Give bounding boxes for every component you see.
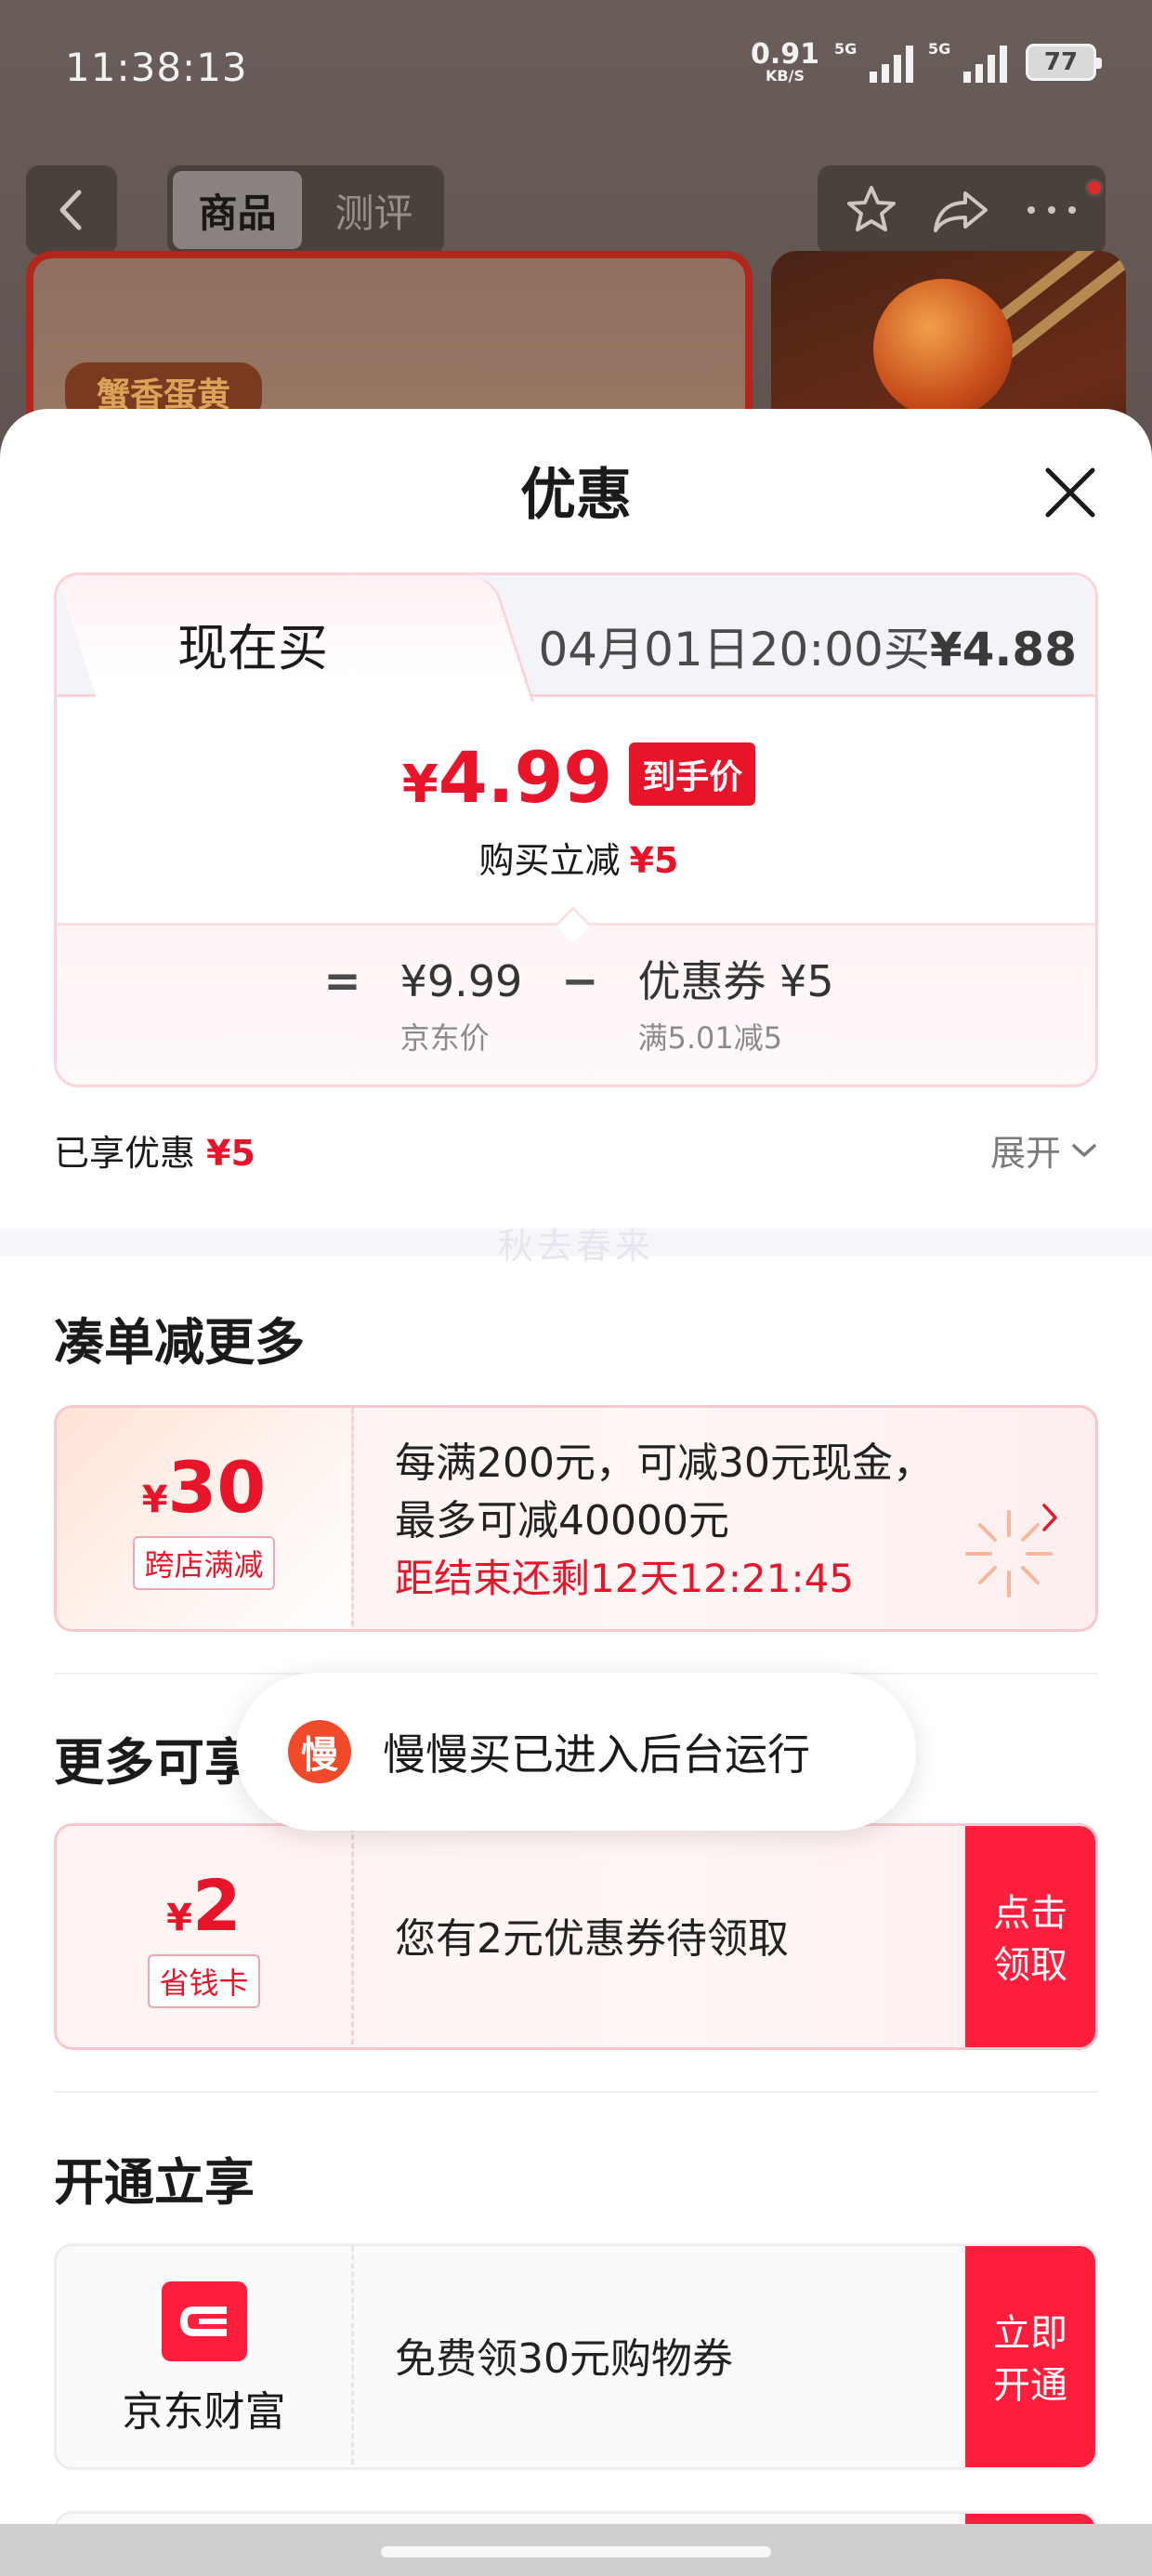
offer-amount: ¥30 — [142, 1452, 267, 1523]
status-time: 11:38:13 — [65, 45, 248, 90]
jd-finance-name: 京东财富 — [122, 2388, 286, 2436]
section-title-combine: 凑单减更多 — [54, 1313, 305, 1372]
section-title-open: 开通立享 — [54, 2153, 255, 2212]
equals-sign: = — [323, 955, 361, 1007]
savings-card-offer[interactable]: ¥2 省钱卡 您有2元优惠券待领取 点击 领取 — [54, 1823, 1098, 2050]
final-price-value: 4.99 — [438, 736, 613, 819]
home-indicator[interactable] — [381, 2546, 771, 2557]
yolk-image — [873, 279, 1013, 418]
sheet-title: 优惠 — [520, 463, 632, 528]
signal-icon: 5G — [928, 40, 1007, 83]
tab-buy-later-price: ¥4.88 — [929, 623, 1077, 677]
close-icon — [1045, 467, 1095, 518]
network-speed-value: 0.91 — [750, 38, 819, 71]
chevron-left-icon — [59, 190, 82, 230]
price-formula: = ¥9.99 京东价 − 优惠券 ¥5 满5.01减5 — [57, 952, 1095, 1058]
base-price-label: 京东价 — [399, 1020, 490, 1056]
enjoyed-amount: ¥5 — [206, 1133, 255, 1174]
app-icon: 慢 — [288, 1720, 351, 1783]
network-speed: 0.91 KB/S — [751, 41, 819, 84]
claim-button-line1: 点击 — [993, 1892, 1067, 1935]
offer-amount-symbol: ¥ — [166, 1897, 192, 1939]
sim1-label: 5G — [834, 40, 857, 58]
chevron-down-icon — [1072, 1143, 1096, 1157]
tab-buy-later[interactable]: 04月01日20:00买¥4.88 — [539, 612, 1078, 679]
notification-dot — [1085, 178, 1104, 197]
jd-finance-brand: 京东财富 — [57, 2246, 354, 2467]
network-speed-unit: KB/S — [766, 67, 805, 85]
claim-button-line2: 领取 — [993, 1944, 1067, 1987]
reduce-label: 购买立减 — [478, 840, 621, 881]
status-indicators: 0.91 KB/S 5G 5G 77 — [751, 40, 1102, 84]
cross-store-offer-card[interactable]: ¥30 跨店满减 每满200元，可减30元现金， 最多可减40000元 距结束还… — [54, 1405, 1098, 1632]
offer-description: 免费领30元购物券 — [395, 2335, 733, 2383]
tab-buy-later-label: 04月01日20:00买 — [538, 623, 930, 677]
coupon-item: 优惠券 ¥5 满5.01减5 — [637, 952, 833, 1058]
open-button-line1: 立即 — [993, 2312, 1067, 2355]
tab-product[interactable]: 商品 — [173, 171, 302, 249]
expand-button[interactable]: 展开 — [990, 1124, 1098, 1176]
offer-amount-value: 30 — [167, 1446, 267, 1529]
firework-decoration-icon — [965, 1510, 1053, 1597]
reduce-line: 购买立减 ¥5 — [57, 832, 1095, 883]
watermark: 秋去春来 — [497, 1226, 654, 1267]
tab-buy-now-label: 现在买 — [177, 619, 328, 677]
gesture-bar — [0, 2524, 1152, 2576]
share-icon[interactable] — [932, 182, 991, 238]
offer-amount-value: 2 — [191, 1864, 242, 1947]
open-now-button[interactable]: 立即 开通 — [965, 2246, 1095, 2467]
claim-button[interactable]: 点击 领取 — [965, 1826, 1095, 2047]
offer-amount-block: ¥30 跨店满减 — [57, 1408, 354, 1629]
signal-icon: 5G — [834, 40, 913, 83]
discount-sheet: 优惠 现在买 04月01日20:00买¥4.88 ¥4.99 到手价 购买立减 ¥… — [0, 409, 1152, 2576]
toast-text: 慢慢买已进入后台运行 — [383, 1729, 810, 1780]
offer-amount-symbol: ¥ — [141, 1479, 168, 1521]
offer-amount: ¥2 — [166, 1871, 242, 1941]
offer-countdown: 距结束还剩12天12:21:45 — [395, 1556, 855, 1601]
final-price-symbol: ¥ — [401, 755, 439, 815]
final-price-badge: 到手价 — [629, 743, 756, 806]
base-price-item: ¥9.99 京东价 — [400, 952, 523, 1058]
offer-text: 您有2元优惠券待领取 — [395, 1826, 789, 2047]
background-running-toast: 慢 慢慢买已进入后台运行 — [236, 1673, 916, 1831]
open-button-line2: 开通 — [993, 2364, 1067, 2407]
tab-review[interactable]: 测评 — [309, 171, 439, 249]
product-tabs: 商品 测评 — [167, 165, 444, 255]
offer-text: 每满200元，可减30元现金， 最多可减40000元 距结束还剩12天12:21… — [395, 1408, 934, 1629]
offer-description: 您有2元优惠券待领取 — [395, 1915, 789, 1963]
status-bar: 11:38:13 0.91 KB/S 5G 5G 77 — [0, 0, 1152, 139]
offer-line1: 每满200元，可减30元现金， — [395, 1439, 934, 1487]
offer-amount-block: ¥2 省钱卡 — [57, 1826, 354, 2047]
reduce-amount: ¥5 — [629, 840, 679, 881]
sim2-label: 5G — [928, 40, 951, 58]
offer-tag: 跨店满减 — [133, 1536, 275, 1590]
offer-line2: 最多可减40000元 — [395, 1497, 729, 1544]
star-icon[interactable] — [844, 182, 899, 238]
price-card: 现在买 04月01日20:00买¥4.88 ¥4.99 到手价 购买立减 ¥5 =… — [54, 572, 1098, 1087]
enjoyed-discount: 已享优惠 ¥5 — [54, 1124, 255, 1176]
base-price: ¥9.99 — [399, 956, 523, 1006]
coupon-value: 优惠券 ¥5 — [637, 956, 834, 1006]
product-actions — [818, 165, 1106, 255]
offer-tag: 省钱卡 — [148, 1954, 260, 2008]
jd-finance-logo-icon — [161, 2281, 247, 2361]
battery-icon: 77 — [1026, 44, 1102, 81]
close-button[interactable] — [1033, 455, 1107, 530]
offer-text: 免费领30元购物券 — [395, 2246, 733, 2467]
jd-finance-offer[interactable]: 京东财富 免费领30元购物券 立即 开通 — [54, 2243, 1098, 2470]
back-button[interactable] — [26, 165, 117, 255]
expand-label: 展开 — [989, 1133, 1061, 1174]
coupon-rule: 满5.01减5 — [637, 1020, 783, 1056]
final-price-row: ¥4.99 到手价 — [57, 743, 1095, 813]
more-icon[interactable] — [1024, 201, 1080, 219]
enjoyed-label: 已享优惠 — [54, 1133, 196, 1174]
minus-sign: − — [561, 955, 599, 1007]
final-price: ¥4.99 — [402, 743, 612, 813]
divider-line — [54, 2091, 1098, 2093]
price-breakdown: = ¥9.99 京东价 − 优惠券 ¥5 满5.01减5 — [57, 923, 1095, 1084]
